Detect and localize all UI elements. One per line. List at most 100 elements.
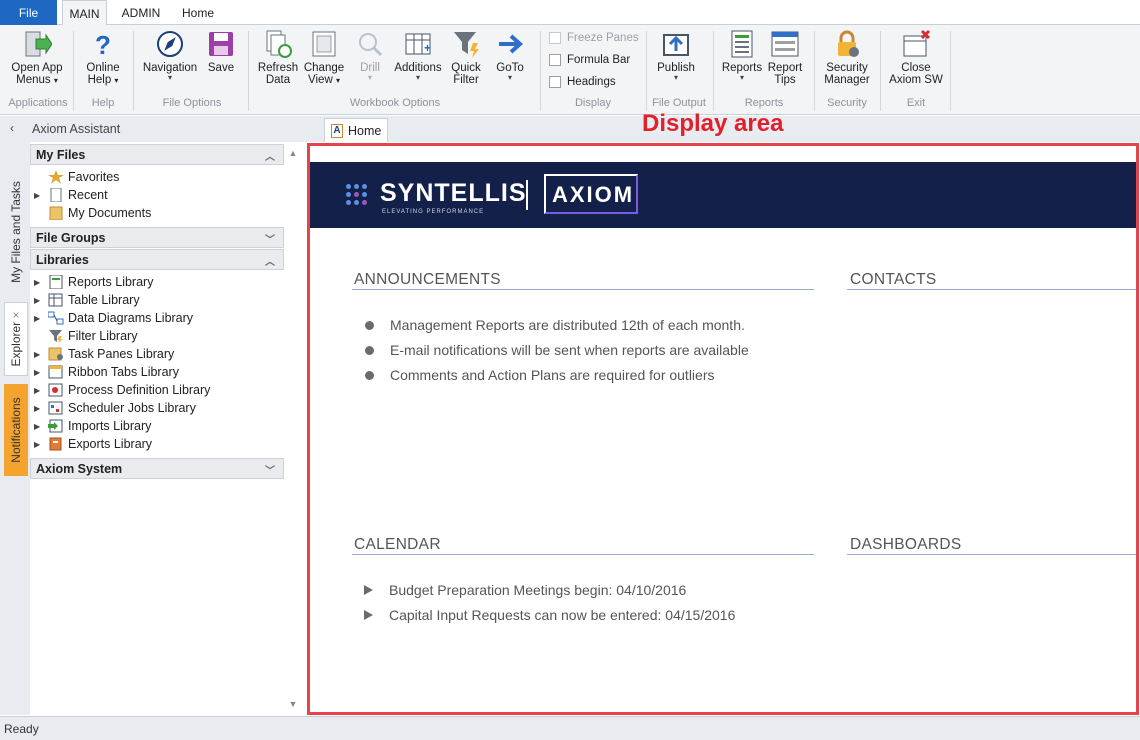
security-manager-button[interactable]: Security Manager: [820, 29, 874, 86]
security-manager-label-2: Manager: [824, 74, 870, 86]
scroll-up-icon[interactable]: ▲: [286, 148, 300, 158]
change-view-button[interactable]: Change View ▾: [302, 29, 346, 87]
axiom-file-icon: A: [331, 124, 343, 138]
drill-button[interactable]: Drill ▾: [350, 29, 390, 82]
headings-checkbox[interactable]: Headings: [549, 76, 616, 88]
ribbon-divider: [540, 31, 541, 111]
add-table-icon: +: [403, 29, 433, 59]
report-tips-button[interactable]: Report Tips: [766, 29, 804, 86]
publish-icon: [661, 29, 691, 59]
tree-item-ribbon-tabs-library[interactable]: ▶ Ribbon Tabs Library: [30, 363, 179, 381]
online-help-button[interactable]: ? Online Help ▾: [80, 29, 126, 87]
tab-home[interactable]: Home: [175, 0, 221, 25]
tree-item-task-panes-library[interactable]: ▶ Task Panes Library: [30, 345, 174, 363]
tree-item-favorites[interactable]: Favorites: [30, 168, 119, 186]
group-security: Security: [827, 97, 867, 109]
assistant-header: ‹ Axiom Assistant: [0, 116, 306, 142]
library-label: Table Library: [68, 293, 140, 307]
display-area-label: Display area: [642, 110, 784, 137]
my-files-header[interactable]: My Files ︿: [30, 144, 284, 165]
group-workbook-options: Workbook Options: [349, 97, 441, 109]
ribbon-divider: [814, 31, 815, 111]
collapse-chevron-icon[interactable]: ‹: [10, 121, 14, 135]
close-axiom-button[interactable]: Close Axiom SW: [886, 29, 946, 86]
tree-item-exports-library[interactable]: ▶ Exports Library: [30, 435, 152, 453]
expand-arrow-icon[interactable]: ▶: [34, 191, 44, 200]
tab-admin[interactable]: ADMIN: [113, 0, 169, 25]
tree-item-scheduler-jobs-library[interactable]: ▶ Scheduler Jobs Library: [30, 399, 196, 417]
goto-button[interactable]: GoTo ▾: [492, 29, 528, 82]
freeze-panes-checkbox[interactable]: Freeze Panes: [549, 32, 639, 44]
reports-library-icon: [48, 274, 64, 290]
expand-arrow-icon[interactable]: ▶: [34, 440, 44, 449]
expand-arrow-icon[interactable]: ▶: [34, 368, 44, 377]
chevron-up-icon: ︿: [265, 257, 275, 268]
reports-button[interactable]: Reports ▾: [720, 29, 764, 82]
tree-item-my-documents[interactable]: My Documents: [30, 204, 151, 222]
additions-button[interactable]: + Additions ▾: [393, 29, 443, 82]
tab-main[interactable]: MAIN: [62, 0, 107, 26]
expand-arrow-icon[interactable]: ▶: [34, 422, 44, 431]
report-tips-icon: [770, 29, 800, 59]
tab-home-document[interactable]: A Home: [324, 118, 388, 142]
library-label: Scheduler Jobs Library: [68, 401, 196, 415]
library-label: Imports Library: [68, 419, 152, 433]
chevron-up-icon: ︿: [265, 152, 275, 163]
doc-tab-label: Home: [348, 124, 382, 138]
scroll-down-icon[interactable]: ▼: [286, 699, 300, 709]
recent-label: Recent: [68, 188, 108, 202]
lock-icon: [832, 29, 862, 59]
libraries-header[interactable]: Libraries ︿: [30, 249, 284, 270]
refresh-icon: [263, 29, 293, 59]
magnifier-icon: [355, 29, 385, 59]
expand-arrow-icon[interactable]: ▶: [34, 350, 44, 359]
quick-filter-label-2: Filter: [453, 74, 479, 86]
expand-arrow-icon[interactable]: ▶: [34, 404, 44, 413]
expand-arrow-icon[interactable]: ▶: [34, 314, 44, 323]
expand-arrow-icon[interactable]: ▶: [34, 296, 44, 305]
checkbox-box: [549, 54, 561, 66]
change-view-label-2: View: [308, 74, 333, 86]
open-app-menus-button[interactable]: Open App Menus ▾: [8, 29, 66, 87]
tree-item-reports-library[interactable]: ▶ Reports Library: [30, 273, 153, 291]
tree-item-filter-library[interactable]: Filter Library: [30, 327, 137, 345]
report-tips-label-2: Tips: [774, 74, 796, 86]
close-axiom-label-2: Axiom SW: [889, 74, 943, 86]
library-label: Ribbon Tabs Library: [68, 365, 179, 379]
ribbon-divider: [133, 31, 134, 111]
tree-item-data-diagrams-library[interactable]: ▶ Data Diagrams Library: [30, 309, 193, 327]
tab-explorer[interactable]: Explorer ×: [4, 302, 28, 376]
file-groups-header[interactable]: File Groups ﹀: [30, 227, 284, 248]
navigation-button[interactable]: Navigation ▾: [140, 29, 200, 82]
formula-bar-checkbox[interactable]: Formula Bar: [549, 54, 630, 66]
checkbox-box: [549, 76, 561, 88]
tree-item-recent[interactable]: ▶ Recent: [30, 186, 108, 204]
axiom-system-header[interactable]: Axiom System ﹀: [30, 458, 284, 479]
expand-arrow-icon[interactable]: ▶: [34, 386, 44, 395]
save-button[interactable]: Save: [204, 29, 238, 74]
tab-file[interactable]: File: [0, 0, 57, 25]
save-label: Save: [207, 62, 235, 74]
refresh-data-button[interactable]: Refresh Data: [254, 29, 302, 86]
explorer-scrollbar[interactable]: ▲ ▼: [286, 142, 300, 715]
publish-button[interactable]: Publish ▾: [652, 29, 700, 82]
scheduler-icon: [48, 401, 64, 415]
headings-label: Headings: [567, 76, 616, 88]
tree-item-process-definition-library[interactable]: ▶ Process Definition Library: [30, 381, 210, 399]
group-applications: Applications: [8, 97, 68, 109]
tree-item-imports-library[interactable]: ▶ Imports Library: [30, 417, 151, 435]
expand-arrow-icon[interactable]: ▶: [34, 278, 44, 287]
ribbon-divider: [646, 31, 647, 111]
side-tab-explorer-label: Explorer ×: [9, 311, 23, 367]
tree-item-table-library[interactable]: ▶ Table Library: [30, 291, 140, 309]
tab-my-files-and-tasks[interactable]: My Files and Tasks: [4, 172, 28, 292]
process-icon: [48, 383, 64, 397]
open-app-label-2: Menus: [16, 74, 51, 86]
star-icon: [48, 170, 64, 184]
section-underline: [847, 554, 1136, 555]
library-label: Filter Library: [68, 329, 138, 343]
chevron-down-icon: ﹀: [265, 235, 275, 246]
calendar-title: CALENDAR: [354, 536, 441, 553]
quick-filter-button[interactable]: Quick Filter: [446, 29, 486, 86]
tab-notifications[interactable]: Notifications: [4, 384, 28, 476]
